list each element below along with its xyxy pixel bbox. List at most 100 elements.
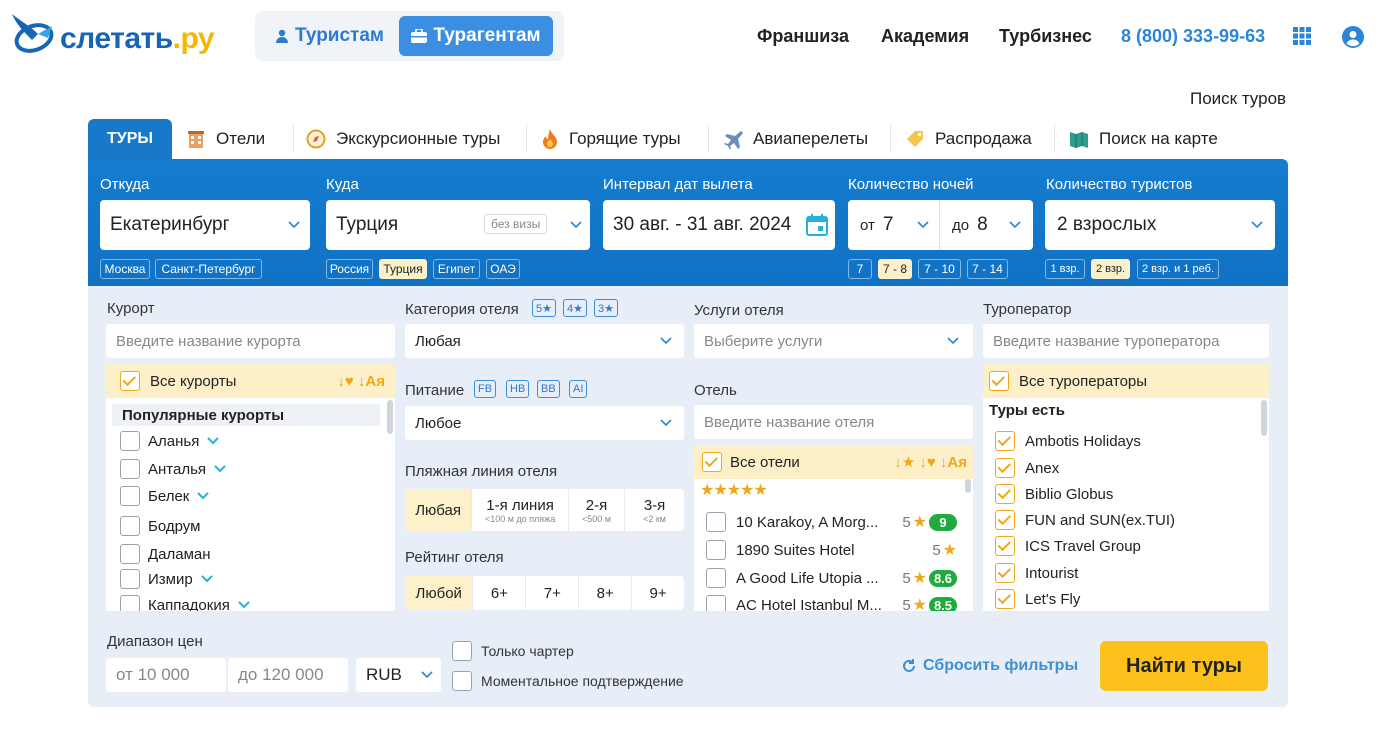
tab-tours[interactable]: ТУРЫ	[88, 119, 172, 159]
instant-confirm-option[interactable]: Моментальное подтверждение	[452, 671, 684, 691]
resort-scrollbar[interactable]	[387, 400, 393, 434]
resort-checkbox[interactable]	[120, 486, 140, 506]
rating-option-any[interactable]: Любой	[405, 576, 474, 610]
tourists-button[interactable]: Туристам	[260, 16, 399, 56]
tourists-chip-2-1[interactable]: 2 взр. и 1 реб.	[1137, 259, 1219, 279]
all-hotels-row[interactable]: Все отели ↓★ ↓♥ ↓Ая	[694, 445, 973, 479]
meal-select[interactable]: Любое	[405, 406, 684, 440]
chevron-down-icon[interactable]	[207, 437, 220, 445]
resort-item[interactable]: Измир	[106, 566, 395, 592]
all-operators-checkbox[interactable]	[989, 371, 1009, 391]
to-chip-turkey[interactable]: Турция	[379, 259, 427, 279]
reset-filters-button[interactable]: Сбросить фильтры	[901, 657, 1078, 675]
to-chip-uae[interactable]: ОАЭ	[486, 259, 520, 279]
resort-sort-icons[interactable]: ↓♥ ↓Ая	[337, 373, 385, 390]
hotel-item[interactable]: 10 Karakoy, A Morg... 5 ★ 9	[694, 509, 973, 535]
resort-item[interactable]: Аланья	[106, 428, 395, 454]
chevron-down-icon[interactable]	[197, 492, 210, 500]
price-from-input[interactable]: от 10 000	[106, 658, 226, 692]
all-resorts-row[interactable]: Все курорты ↓♥ ↓Ая	[106, 364, 395, 398]
hotel-item[interactable]: A Good Life Utopia ... 5 ★ 8.6	[694, 565, 973, 591]
beach-option-3[interactable]: 3-я <2 км	[625, 489, 684, 531]
category-5-star-badge[interactable]: 5★	[532, 299, 556, 317]
tab-hotels[interactable]: Отели	[186, 119, 294, 159]
from-chip-moscow[interactable]: Москва	[100, 259, 150, 279]
tourists-chip-1[interactable]: 1 взр.	[1045, 259, 1085, 279]
resort-item[interactable]: Анталья	[106, 456, 395, 482]
operator-checkbox[interactable]	[995, 484, 1015, 504]
hotel-search-input[interactable]: Введите название отеля	[694, 405, 973, 439]
operator-item[interactable]: Ambotis Holidays	[983, 428, 1269, 454]
hotel-checkbox[interactable]	[706, 568, 726, 588]
all-resorts-checkbox[interactable]	[120, 371, 140, 391]
resort-checkbox[interactable]	[120, 516, 140, 536]
hotel-item[interactable]: AC Hotel Istanbul M... 5 ★ 8.5	[694, 592, 973, 611]
hotel-sort-icons[interactable]: ↓★ ↓♥ ↓Ая	[894, 453, 967, 471]
operator-scrollbar[interactable]	[1261, 400, 1267, 436]
all-hotels-checkbox[interactable]	[702, 452, 722, 472]
hotel-scrollbar[interactable]	[965, 479, 971, 493]
tourists-chip-2[interactable]: 2 взр.	[1091, 259, 1130, 279]
hotel-item[interactable]: 1890 Suites Hotel 5 ★	[694, 537, 973, 563]
meal-hb-badge[interactable]: HB	[506, 380, 530, 398]
to-chip-egypt[interactable]: Египет	[433, 259, 480, 279]
chevron-down-icon[interactable]	[214, 465, 226, 473]
operator-item[interactable]: Intourist	[983, 560, 1269, 586]
rating-option-8[interactable]: 8+	[579, 576, 633, 610]
nights-chip-7[interactable]: 7	[848, 259, 872, 279]
nav-academy[interactable]: Академия	[881, 26, 969, 47]
category-select[interactable]: Любая	[405, 324, 684, 358]
agents-button[interactable]: Турагентам	[399, 16, 553, 56]
operator-checkbox[interactable]	[995, 589, 1015, 609]
logo[interactable]: слетать.ру	[8, 8, 228, 64]
nights-to[interactable]: до 8	[940, 200, 1033, 250]
resort-checkbox[interactable]	[120, 431, 140, 451]
tourists-select[interactable]: 2 взрослых	[1045, 200, 1275, 250]
resort-checkbox[interactable]	[120, 595, 140, 611]
operator-item[interactable]: ICS Travel Group	[983, 533, 1269, 559]
rating-option-7[interactable]: 7+	[526, 576, 580, 610]
from-chip-spb[interactable]: Санкт-Петербург	[155, 259, 262, 279]
operator-item[interactable]: Let's Fly	[983, 586, 1269, 611]
from-select[interactable]: Екатеринбург	[100, 200, 310, 250]
beach-option-any[interactable]: Любая	[405, 489, 473, 531]
price-to-input[interactable]: до 120 000	[228, 658, 348, 692]
resort-search-input[interactable]: Введите название курорта	[106, 324, 395, 358]
nights-from[interactable]: от 7	[848, 200, 940, 250]
operator-checkbox[interactable]	[995, 431, 1015, 451]
dates-picker[interactable]: 30 авг. - 31 авг. 2024	[603, 200, 835, 250]
rating-option-6[interactable]: 6+	[473, 576, 527, 610]
apps-grid-icon[interactable]	[1293, 27, 1311, 45]
rating-option-9[interactable]: 9+	[632, 576, 684, 610]
operator-item[interactable]: Biblio Globus	[983, 481, 1269, 507]
chevron-down-icon[interactable]	[200, 575, 213, 583]
resort-checkbox[interactable]	[120, 544, 140, 564]
hotel-checkbox[interactable]	[706, 540, 726, 560]
hotel-checkbox[interactable]	[706, 512, 726, 532]
charter-only-checkbox[interactable]	[452, 641, 472, 661]
operator-checkbox[interactable]	[995, 536, 1015, 556]
operator-item[interactable]: Anex	[983, 455, 1269, 481]
beach-option-1[interactable]: 1-я линия <100 м до пляжа	[472, 489, 569, 531]
services-select[interactable]: Выберите услуги	[694, 324, 973, 358]
resort-item[interactable]: Даламан	[106, 541, 395, 567]
tab-flights[interactable]: Авиаперелеты	[723, 119, 891, 159]
to-chip-russia[interactable]: Россия	[326, 259, 373, 279]
nav-franchise[interactable]: Франшиза	[757, 26, 849, 47]
tab-excursions[interactable]: Экскурсионные туры	[306, 119, 527, 159]
nights-chip-7-14[interactable]: 7 - 14	[967, 259, 1008, 279]
category-4-star-badge[interactable]: 4★	[563, 299, 587, 317]
operator-search-input[interactable]: Введите название туроператора	[983, 324, 1269, 358]
operator-item[interactable]: FUN and SUN(ex.TUI)	[983, 507, 1269, 533]
tab-hot-tours[interactable]: Горящие туры	[541, 119, 709, 159]
resort-checkbox[interactable]	[120, 459, 140, 479]
resort-item[interactable]: Бодрум	[106, 513, 395, 539]
all-operators-row[interactable]: Все туроператоры	[983, 364, 1269, 398]
nav-tourbusiness[interactable]: Турбизнес	[999, 26, 1092, 47]
star-filter-icon[interactable]: ★★★★★	[700, 480, 768, 500]
meal-bb-badge[interactable]: BB	[537, 380, 560, 398]
operator-checkbox[interactable]	[995, 510, 1015, 530]
resort-item[interactable]: Каппадокия	[106, 592, 395, 611]
operator-checkbox[interactable]	[995, 458, 1015, 478]
phone-link[interactable]: 8 (800) 333-99-63	[1121, 26, 1265, 47]
